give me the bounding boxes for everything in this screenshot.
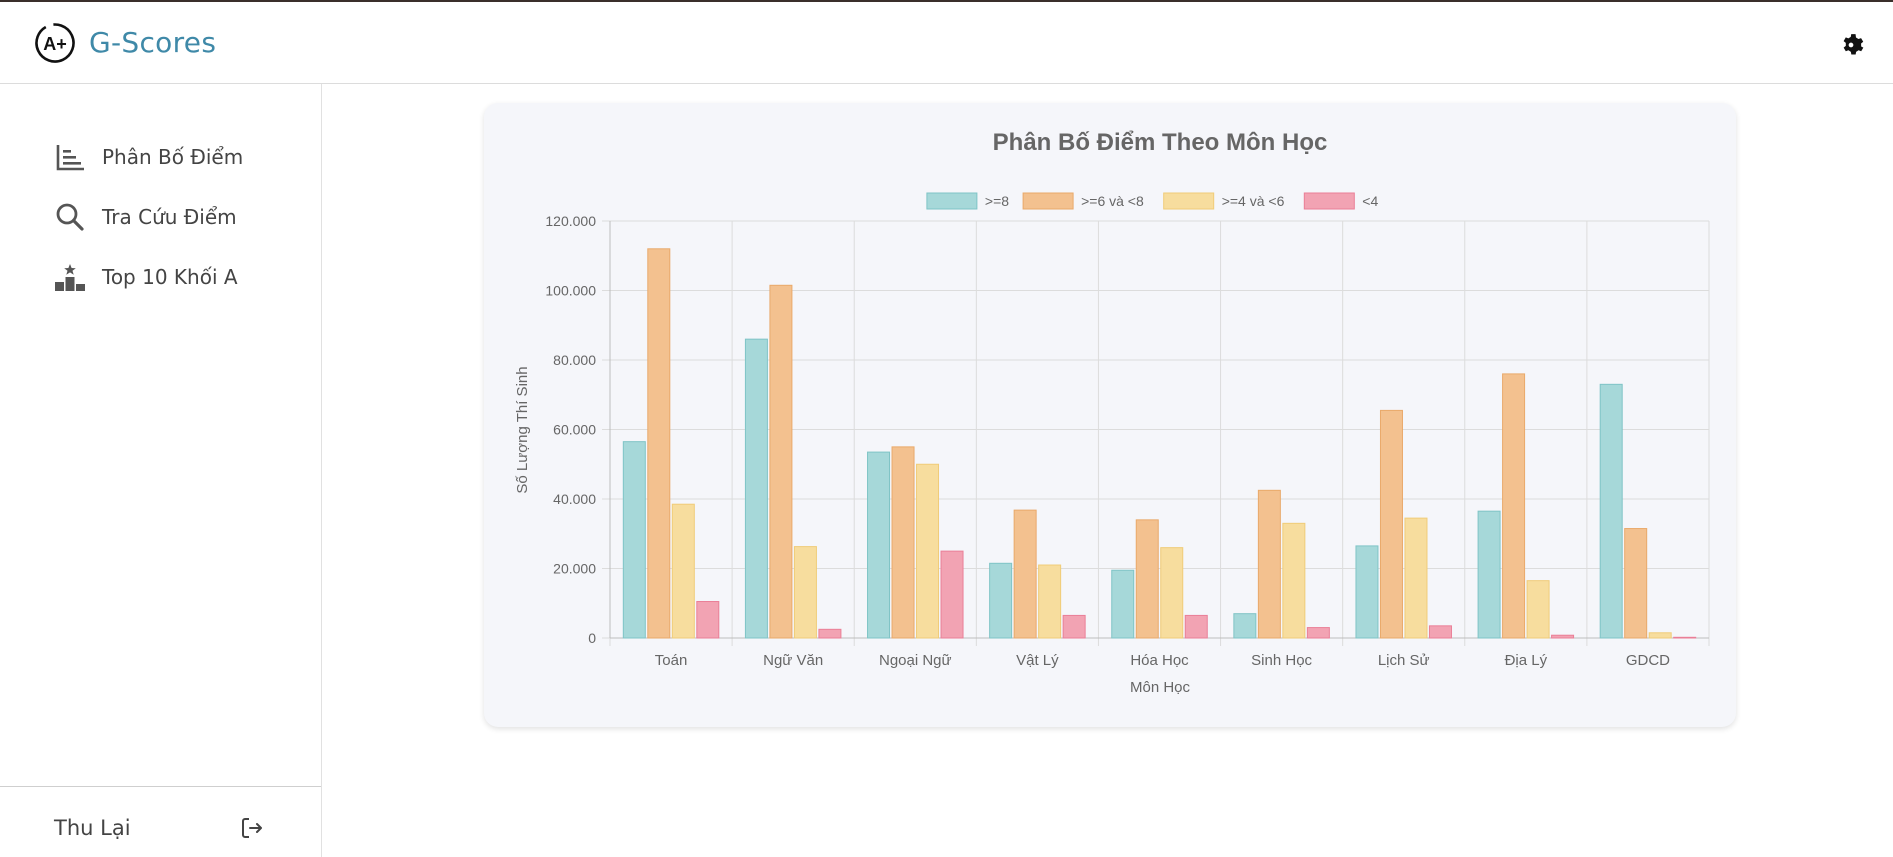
legend-item[interactable]: <4 [1303, 192, 1378, 210]
x-tick-label: Vật Lý [1016, 652, 1059, 669]
legend-swatch [1022, 192, 1074, 210]
bar[interactable] [940, 550, 964, 639]
search-icon [56, 203, 84, 231]
bar[interactable] [1648, 632, 1672, 639]
bar[interactable] [1038, 564, 1062, 639]
x-tick-label: Địa Lý [1505, 652, 1548, 669]
sidebar-item-tra-cuu-diem[interactable]: Tra Cứu Điểm [54, 198, 314, 236]
sidebar: Phân Bố Điểm Tra Cứu Điểm Top 10 Khối A [0, 84, 322, 857]
y-tick-label: 80.000 [553, 352, 596, 368]
bar[interactable] [744, 338, 768, 639]
bar[interactable] [1428, 625, 1452, 639]
bar[interactable] [1306, 627, 1330, 639]
bar[interactable] [1526, 580, 1550, 639]
bar[interactable] [647, 248, 671, 639]
logout-button[interactable]: Thu Lại [54, 812, 264, 844]
x-axis-label: Môn Học [1130, 679, 1191, 696]
podium-icon [55, 264, 85, 291]
y-tick-label: 20.000 [553, 561, 596, 577]
y-tick-label: 100.000 [545, 283, 596, 299]
app-title[interactable]: G-Scores [89, 26, 216, 59]
chart-card: Phân Bố Điểm Theo Môn Học >=8 >=6 và <8 >=… [484, 103, 1736, 727]
y-axis-label: Số Lượng Thí Sinh [514, 366, 531, 493]
legend-item[interactable]: >=8 [926, 192, 1009, 210]
app-header: A+ G-Scores [0, 2, 1893, 84]
bar[interactable] [1013, 509, 1037, 639]
legend-swatch [1303, 192, 1355, 210]
logout-label: Thu Lại [54, 816, 131, 840]
sidebar-item-label: Phân Bố Điểm [102, 145, 244, 169]
logout-icon [242, 818, 262, 838]
bar[interactable] [1257, 489, 1281, 639]
bar[interactable] [1624, 528, 1648, 639]
logo-text: A+ [43, 34, 67, 54]
bar[interactable] [1160, 547, 1184, 639]
bar[interactable] [793, 546, 817, 639]
logo-icon[interactable]: A+ [34, 22, 76, 64]
x-tick-label: Lịch Sử [1378, 652, 1430, 669]
bar[interactable] [1477, 510, 1501, 639]
bar[interactable] [1184, 614, 1208, 639]
legend-label: >=6 và <8 [1081, 193, 1144, 209]
bar[interactable] [818, 628, 842, 639]
bar[interactable] [1062, 614, 1086, 639]
legend-label: >=8 [985, 193, 1009, 209]
bar[interactable] [671, 503, 695, 639]
bar[interactable] [1551, 634, 1575, 639]
legend-swatch [1163, 192, 1215, 210]
x-tick-label: GDCD [1626, 652, 1670, 669]
bar[interactable] [989, 562, 1013, 639]
x-tick-label: Toán [655, 652, 688, 669]
x-tick-label: Ngữ Văn [763, 652, 823, 669]
bar[interactable] [622, 441, 646, 639]
y-tick-label: 120.000 [545, 213, 596, 229]
legend-label: >=4 và <6 [1222, 193, 1285, 209]
bar[interactable] [1673, 636, 1697, 639]
bar[interactable] [1111, 569, 1135, 639]
bar-chart-icon [56, 145, 84, 171]
x-tick-label: Sinh Học [1251, 652, 1312, 669]
bar[interactable] [1233, 613, 1257, 639]
legend-swatch [926, 192, 978, 210]
bar[interactable] [1502, 373, 1526, 639]
bar[interactable] [1379, 409, 1403, 639]
gear-icon[interactable] [1838, 32, 1864, 58]
sidebar-item-label: Tra Cứu Điểm [102, 205, 237, 229]
x-tick-label: Ngoại Ngữ [879, 652, 952, 669]
sidebar-item-phan-bo-diem[interactable]: Phân Bố Điểm [54, 138, 314, 176]
bar[interactable] [696, 601, 720, 639]
sidebar-item-label: Top 10 Khối A [102, 265, 238, 289]
bar[interactable] [1404, 517, 1428, 639]
chart-bars [622, 248, 1697, 639]
legend-label: <4 [1362, 193, 1378, 209]
bar[interactable] [916, 463, 940, 639]
x-tick-label: Hóa Học [1130, 652, 1189, 669]
chart-legend: >=8 >=6 và <8 >=4 và <6 <4 [926, 192, 1378, 210]
bar[interactable] [867, 451, 891, 639]
sidebar-item-top-10-khoi-a[interactable]: Top 10 Khối A [54, 258, 314, 296]
bar[interactable] [1599, 383, 1623, 639]
bar[interactable] [1135, 519, 1159, 639]
bar[interactable] [1282, 522, 1306, 639]
chart-title: Phân Bố Điểm Theo Môn Học [993, 129, 1328, 156]
chart-canvas: Phân Bố Điểm Theo Môn Học >=8 >=6 và <8 >=… [514, 129, 1710, 696]
bar[interactable] [1355, 545, 1379, 639]
y-tick-label: 60.000 [553, 422, 596, 438]
y-axis-ticks: 0 20.000 40.000 60.000 80.000 100.000 120.000 [545, 213, 596, 646]
legend-item[interactable]: >=4 và <6 [1163, 192, 1285, 210]
x-axis-ticks: Toán Ngữ Văn Ngoại Ngữ Vật Lý Hóa Học Sinh Họ… [655, 652, 1670, 669]
y-tick-label: 40.000 [553, 491, 596, 507]
bar[interactable] [891, 446, 915, 639]
bar[interactable] [769, 284, 793, 639]
legend-item[interactable]: >=6 và <8 [1022, 192, 1144, 210]
y-tick-label: 0 [588, 630, 596, 646]
